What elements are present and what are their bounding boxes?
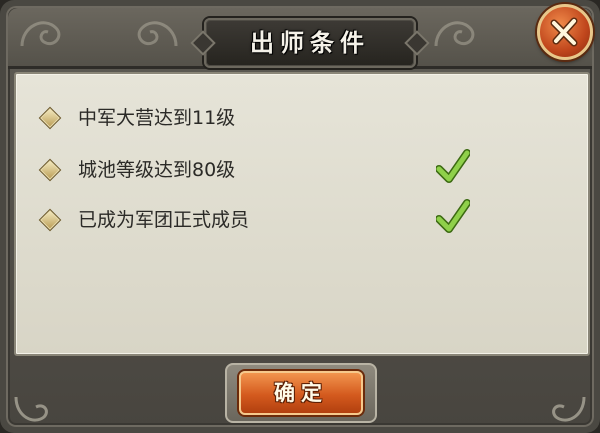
- checkmark-icon: [436, 149, 470, 183]
- confirm-label: 确定: [274, 381, 328, 405]
- dialog-title: 出师条件: [250, 29, 370, 57]
- conditions-dialog: 出师条件 中军大营达到11级 城池等级达到80级 已成为军团正式成员 确定: [0, 0, 600, 433]
- close-button[interactable]: [537, 4, 593, 60]
- condition-text: 已成为军团正式成员: [78, 209, 250, 231]
- dialog-header: 出师条件: [8, 8, 592, 69]
- corner-swirl-icon: [552, 396, 586, 422]
- corner-swirl-icon: [14, 396, 48, 422]
- title-plate: 出师条件: [204, 18, 416, 68]
- checkmark-icon: [436, 199, 470, 233]
- corner-swirl-icon: [20, 21, 61, 47]
- bullet-diamond-icon: [38, 106, 62, 130]
- corner-swirl-icon: [434, 21, 475, 47]
- confirm-button[interactable]: 确定: [239, 371, 363, 415]
- corner-swirl-icon: [137, 21, 178, 47]
- bullet-diamond-icon: [38, 208, 62, 232]
- condition-item: 已成为军团正式成员: [38, 199, 470, 235]
- condition-item: 中军大营达到11级: [38, 103, 458, 133]
- condition-text: 城池等级达到80级: [78, 159, 236, 181]
- confirm-button-frame: 确定: [225, 363, 377, 423]
- conditions-panel: 中军大营达到11级 城池等级达到80级 已成为军团正式成员: [14, 72, 590, 356]
- close-x-icon: [550, 17, 578, 47]
- bullet-diamond-icon: [38, 158, 62, 182]
- condition-item: 城池等级达到80级: [38, 149, 470, 185]
- condition-text: 中军大营达到11级: [78, 107, 236, 129]
